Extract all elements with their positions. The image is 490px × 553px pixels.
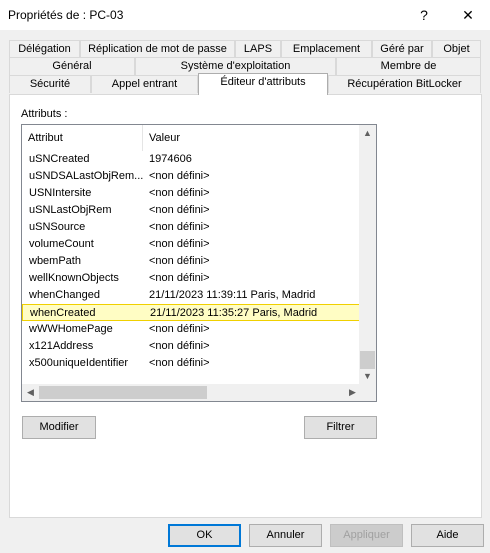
scroll-up-icon[interactable]: ▲: [359, 125, 376, 142]
column-header-value[interactable]: Valeur: [143, 125, 361, 151]
tab-managed-by[interactable]: Géré par: [372, 40, 432, 58]
table-row[interactable]: uSNSource <non défini>: [22, 219, 361, 236]
tab-security[interactable]: Sécurité: [9, 75, 91, 93]
ok-button[interactable]: OK: [168, 524, 241, 547]
attribute-name: x121Address: [29, 340, 94, 352]
attribute-name: wbemPath: [29, 255, 81, 267]
close-icon[interactable]: ✕: [456, 4, 480, 26]
column-header-attribute[interactable]: Attribut: [22, 125, 143, 151]
attribute-name: uSNCreated: [29, 153, 90, 165]
attribute-value: <non défini>: [149, 170, 210, 182]
table-row[interactable]: volumeCount <non défini>: [22, 236, 361, 253]
attribute-value: 21/11/2023 11:35:27 Paris, Madrid: [150, 307, 318, 319]
attribute-name: wWWHomePage: [29, 323, 113, 335]
tab-bitlocker-recovery[interactable]: Récupération BitLocker: [328, 75, 481, 93]
tab-laps[interactable]: LAPS: [235, 40, 281, 58]
tab-password-replication[interactable]: Réplication de mot de passe: [80, 40, 235, 58]
attribute-value: 21/11/2023 11:39:11 Paris, Madrid: [149, 289, 316, 301]
tab-object[interactable]: Objet: [432, 40, 481, 58]
attribute-value: <non défini>: [149, 272, 210, 284]
help-dialog-button[interactable]: Aide: [411, 524, 484, 547]
attribute-value: <non défini>: [149, 204, 210, 216]
table-row[interactable]: USNIntersite <non défini>: [22, 185, 361, 202]
attribute-name: uSNDSALastObjRem...: [29, 170, 144, 182]
attribute-value: <non défini>: [149, 187, 210, 199]
attribute-name: volumeCount: [29, 238, 94, 250]
horizontal-scrollbar[interactable]: ◀ ▶: [22, 384, 361, 401]
horizontal-scroll-thumb[interactable]: [39, 386, 207, 399]
attribute-name: whenChanged: [29, 289, 100, 301]
table-row[interactable]: uSNLastObjRem <non défini>: [22, 202, 361, 219]
table-row[interactable]: wbemPath <non défini>: [22, 253, 361, 270]
attribute-value: 1974606: [149, 153, 192, 165]
cancel-button[interactable]: Annuler: [249, 524, 322, 547]
filter-button[interactable]: Filtrer: [304, 416, 377, 439]
attribute-value: <non défini>: [149, 255, 210, 267]
apply-button[interactable]: Appliquer: [330, 524, 403, 547]
attributes-list[interactable]: Attribut Valeur uSNCreated 1974606 uSNDSAL…: [21, 124, 377, 402]
vertical-scrollbar[interactable]: ▲ ▼: [359, 125, 376, 385]
window-title: Propriétés de : PC-03: [8, 8, 124, 22]
attribute-name: whenCreated: [30, 307, 96, 319]
table-row[interactable]: x121Address <non défini>: [22, 338, 361, 355]
table-row[interactable]: wWWHomePage <non défini>: [22, 321, 361, 338]
attribute-value: <non défini>: [149, 357, 210, 369]
table-row[interactable]: uSNCreated 1974606: [22, 151, 361, 168]
column-separator[interactable]: [142, 125, 143, 151]
modify-button[interactable]: Modifier: [22, 416, 96, 439]
attribute-value: <non défini>: [149, 340, 210, 352]
attribute-name: USNIntersite: [29, 187, 92, 199]
tab-location[interactable]: Emplacement: [281, 40, 372, 58]
table-row[interactable]: wellKnownObjects <non défini>: [22, 270, 361, 287]
tab-dial-in[interactable]: Appel entrant: [91, 75, 198, 93]
help-button[interactable]: ?: [412, 4, 436, 26]
tab-member-of[interactable]: Membre de: [336, 57, 481, 75]
scrollbar-corner: [359, 384, 376, 401]
scroll-down-icon[interactable]: ▼: [359, 368, 376, 385]
vertical-scroll-thumb[interactable]: [360, 351, 375, 369]
attribute-value: <non défini>: [149, 221, 210, 233]
attribute-name: uSNSource: [29, 221, 86, 233]
table-row[interactable]: uSNDSALastObjRem... <non défini>: [22, 168, 361, 185]
attribute-value: <non défini>: [149, 323, 210, 335]
tab-attribute-editor[interactable]: Éditeur d'attributs: [198, 73, 328, 95]
attribute-name: wellKnownObjects: [29, 272, 119, 284]
table-row[interactable]: x500uniqueIdentifier <non défini>: [22, 355, 361, 372]
attributes-label: Attributs :: [21, 108, 68, 120]
attribute-name: x500uniqueIdentifier: [29, 357, 129, 369]
table-row[interactable]: whenChanged 21/11/2023 11:39:11 Paris, Ma…: [22, 287, 361, 304]
tab-delegation[interactable]: Délégation: [9, 40, 80, 58]
tab-general[interactable]: Général: [9, 57, 135, 75]
attribute-value: <non défini>: [149, 238, 210, 250]
scroll-left-icon[interactable]: ◀: [22, 384, 39, 401]
table-row[interactable]: whenCreated 21/11/2023 11:35:27 Paris, Ma…: [22, 304, 361, 321]
attribute-name: uSNLastObjRem: [29, 204, 112, 216]
